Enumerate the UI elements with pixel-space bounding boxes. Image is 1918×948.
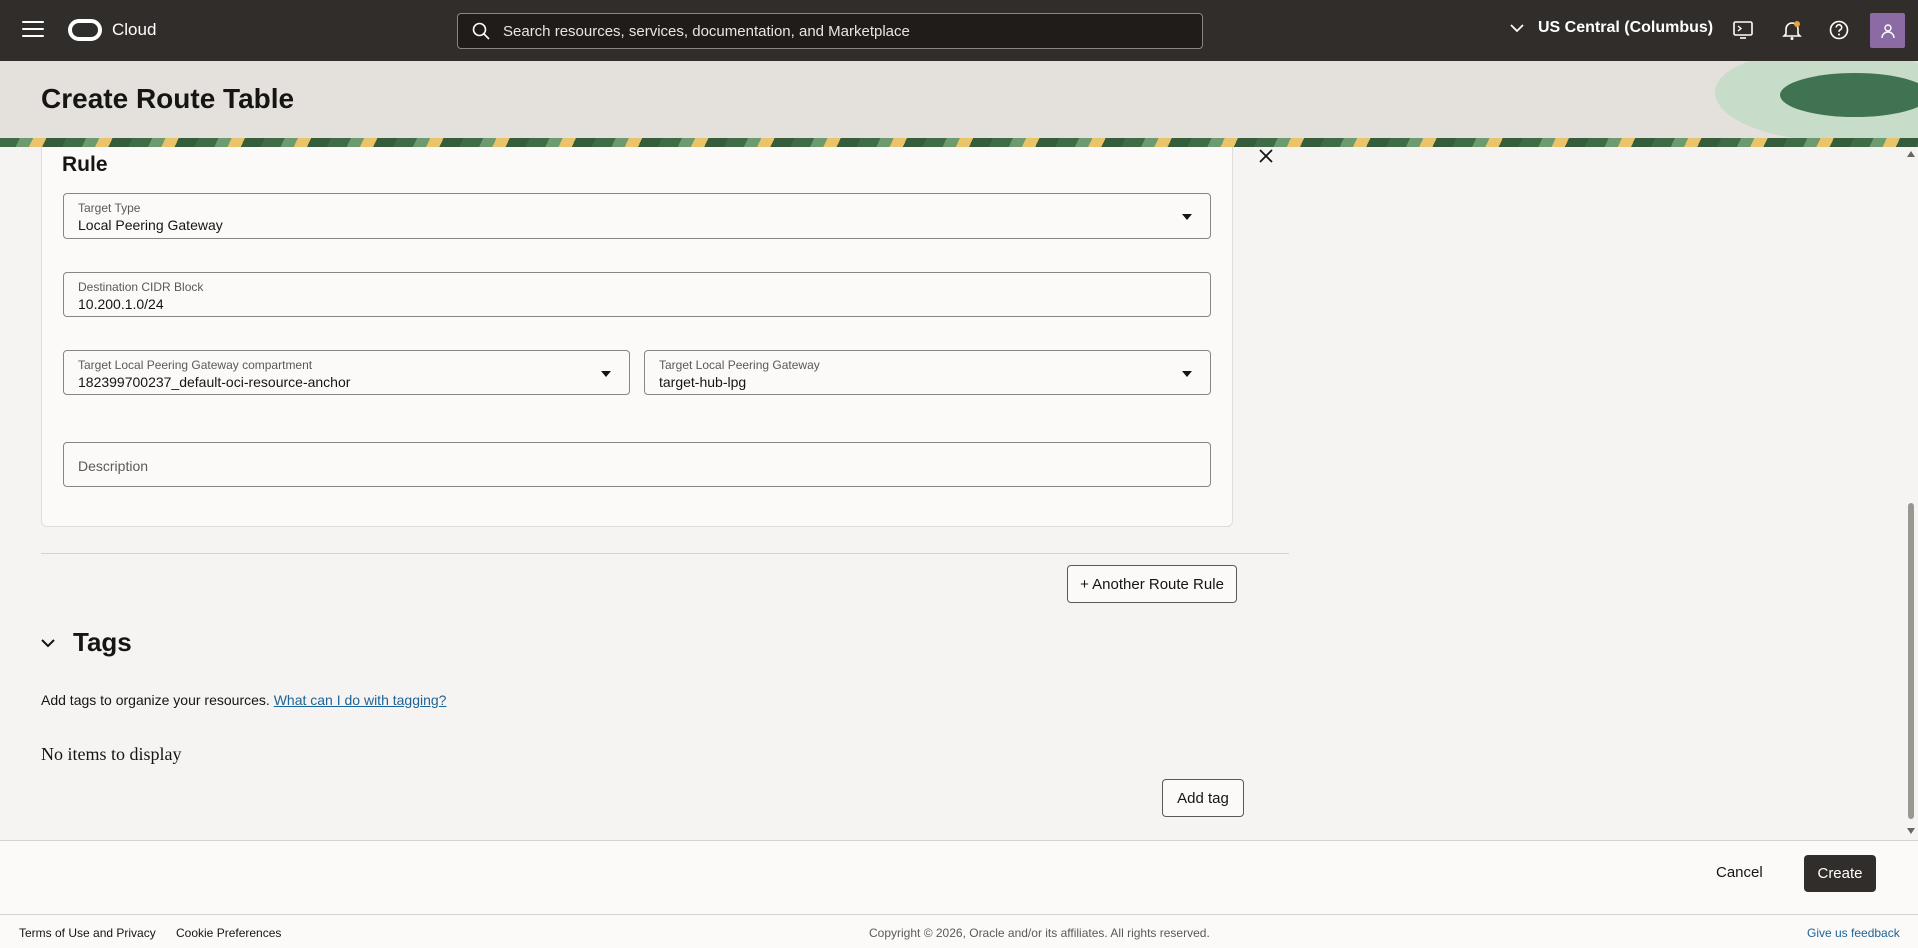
tags-description-text: Add tags to organize your resources. — [41, 692, 270, 708]
cloud-shell-icon[interactable] — [1732, 19, 1754, 41]
hamburger-icon[interactable] — [22, 21, 44, 39]
page-title: Create Route Table — [41, 83, 295, 114]
help-icon[interactable] — [1828, 19, 1850, 41]
tags-heading: Tags — [73, 627, 132, 657]
tagging-help-link[interactable]: What can I do with tagging? — [274, 692, 447, 708]
target-type-label: Target Type — [78, 201, 141, 215]
target-type-value: Local Peering Gateway — [78, 217, 223, 233]
destination-cidr-value: 10.200.1.0/24 — [78, 296, 164, 312]
feedback-link[interactable]: Give us feedback — [1807, 926, 1900, 940]
lpg-compartment-value: 182399700237_default-oci-resource-anchor — [78, 374, 351, 390]
form-actions-bar: Cancel Create — [0, 840, 1918, 914]
decorative-leaf — [1780, 73, 1918, 117]
destination-cidr-label: Destination CIDR Block — [78, 280, 204, 294]
scrollbar-thumb[interactable] — [1908, 503, 1914, 819]
empty-state-text: No items to display — [41, 744, 182, 764]
top-navigation-bar: Cloud Search resources, services, docume… — [0, 0, 1918, 61]
target-type-select[interactable]: Target Type Local Peering Gateway — [63, 193, 1211, 239]
lpg-compartment-select[interactable]: Target Local Peering Gateway compartment… — [63, 350, 630, 395]
tags-description: Add tags to organize your resources. Wha… — [41, 692, 446, 708]
destination-cidr-field[interactable]: Destination CIDR Block 10.200.1.0/24 — [63, 272, 1211, 317]
bell-icon[interactable] — [1781, 19, 1803, 41]
region-label: US Central (Columbus) — [1538, 19, 1714, 36]
form-content: Rule Target Type Local Peering Gateway D… — [0, 147, 1918, 840]
user-icon — [1880, 23, 1895, 38]
lpg-compartment-label: Target Local Peering Gateway compartment — [78, 358, 313, 372]
chevron-down-icon[interactable] — [41, 638, 55, 648]
rule-heading: Rule — [62, 153, 108, 176]
decorative-pattern — [0, 138, 1918, 147]
add-tag-button[interactable]: Add tag — [1162, 779, 1244, 817]
scroll-down-arrow[interactable] — [1907, 828, 1915, 834]
create-button[interactable]: Create — [1804, 855, 1876, 892]
close-icon[interactable] — [1257, 147, 1275, 165]
page-footer: Terms of Use and Privacy Cookie Preferen… — [0, 914, 1918, 948]
search-icon — [472, 22, 490, 40]
another-route-rule-button[interactable]: + Another Route Rule — [1067, 565, 1237, 603]
lpg-select[interactable]: Target Local Peering Gateway target-hub-… — [644, 350, 1211, 395]
oracle-logo-icon[interactable] — [68, 19, 102, 41]
description-placeholder: Description — [78, 458, 149, 474]
caret-down-icon — [1182, 371, 1192, 377]
lpg-value: target-hub-lpg — [659, 374, 747, 390]
copyright-text: Copyright © 2026, Oracle and/or its affi… — [869, 926, 1210, 940]
search-placeholder: Search resources, services, documentatio… — [503, 23, 910, 40]
brand-label[interactable]: Cloud — [112, 20, 156, 40]
region-selector[interactable]: US Central (Columbus) — [1510, 19, 1713, 37]
description-field[interactable]: Description — [63, 442, 1211, 487]
cookie-preferences-link[interactable]: Cookie Preferences — [176, 926, 281, 940]
scrollbar[interactable] — [1906, 147, 1916, 840]
page-header: Create Route Table — [0, 61, 1918, 147]
scroll-up-arrow[interactable] — [1907, 151, 1915, 157]
lpg-label: Target Local Peering Gateway — [659, 358, 820, 372]
avatar[interactable] — [1870, 13, 1905, 48]
caret-down-icon — [601, 371, 611, 377]
terms-link[interactable]: Terms of Use and Privacy — [19, 926, 156, 940]
cancel-button[interactable]: Cancel — [1716, 864, 1763, 881]
caret-down-icon — [1182, 214, 1192, 220]
divider — [41, 553, 1289, 554]
chevron-down-icon — [1510, 24, 1524, 33]
tags-section-header: Tags — [41, 627, 132, 658]
search-input[interactable]: Search resources, services, documentatio… — [457, 13, 1203, 49]
